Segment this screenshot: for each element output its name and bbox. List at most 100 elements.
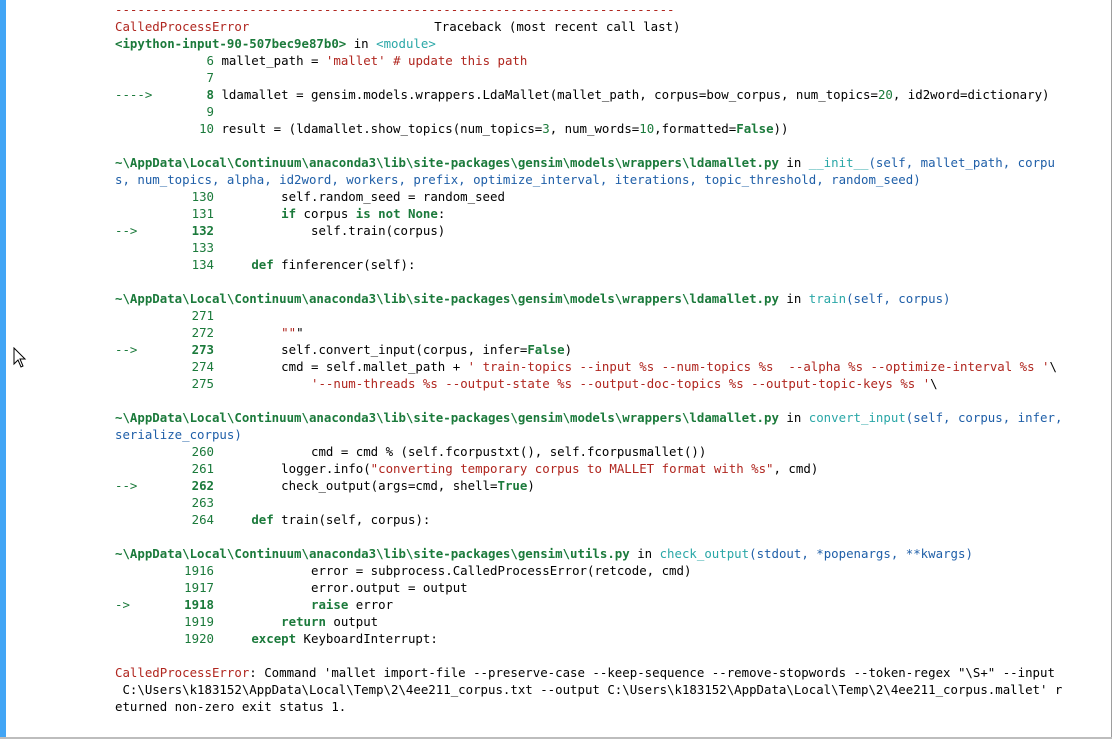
line-number: 1918: [184, 597, 214, 612]
code-line: 10 result = (ldamallet.show_topics(num_t…: [115, 120, 1105, 137]
code-line: -> 1918 raise error: [115, 596, 1105, 613]
line-code: error.output = output: [221, 580, 468, 595]
frame-header: ~\AppData\Local\Continuum\anaconda3\lib\…: [115, 409, 1105, 426]
code-line: --> 262 check_output(args=cmd, shell=True…: [115, 477, 1105, 494]
code-line: 1916 error = subprocess.CalledProcessErr…: [115, 562, 1105, 579]
line-number: 6: [206, 53, 214, 68]
traceback-header-row: CalledProcessError Traceback (most recent…: [115, 18, 1105, 35]
line-number: 130: [191, 189, 214, 204]
line-code: self.convert_input(corpus, infer=False): [221, 342, 573, 357]
line-number: 264: [191, 512, 214, 527]
line-number: 275: [191, 376, 214, 391]
line-number: 133: [191, 240, 214, 255]
code-line: 264 def train(self, corpus):: [115, 511, 1105, 528]
final-error-line-1: CalledProcessError: Command 'mallet impo…: [115, 664, 1105, 681]
code-line: 6 mallet_path = 'mallet' # update this p…: [115, 52, 1105, 69]
line-number: 261: [191, 461, 214, 476]
frame-args: (stdout, *popenargs, **kwargs): [749, 546, 973, 561]
frame-file: ~\AppData\Local\Continuum\anaconda3\lib\…: [115, 291, 779, 306]
cell-selection-bar: [0, 0, 6, 739]
traceback-separator: ----------------------------------------…: [115, 2, 675, 17]
final-error-line-3: eturned non-zero exit status 1.: [115, 699, 347, 714]
code-line: 134 def finferencer(self):: [115, 256, 1105, 273]
code-line: 271: [115, 307, 1105, 324]
frame-args: (self, corpus, infer,: [905, 410, 1063, 425]
line-code: error = subprocess.CalledProcessError(re…: [221, 563, 692, 578]
line-number: 1917: [184, 580, 214, 595]
line-code: mallet_path = 'mallet' # update this pat…: [221, 53, 528, 68]
line-code: def finferencer(self):: [251, 257, 416, 272]
line-code: """: [281, 325, 304, 340]
code-line: 263: [115, 494, 1105, 511]
line-code: self.random_seed = random_seed: [221, 189, 505, 204]
code-line: 274 cmd = self.mallet_path + ' train-top…: [115, 358, 1105, 375]
code-line: --> 273 self.convert_input(corpus, infer=…: [115, 341, 1105, 358]
line-number: 131: [191, 206, 214, 221]
line-number: 9: [206, 104, 214, 119]
current-line-arrow: -->: [115, 223, 138, 238]
line-code: check_output(args=cmd, shell=True): [221, 478, 535, 493]
error-name: CalledProcessError: [115, 19, 250, 34]
frame-in: in: [629, 546, 660, 561]
code-line: 131 if corpus is not None:: [115, 205, 1105, 222]
line-code: cmd = self.mallet_path + ' train-topics …: [221, 359, 1057, 374]
frame-header: <ipython-input-90-507bec9e87b0> in <modu…: [115, 35, 1105, 52]
frame-args-continued: serialize_corpus): [115, 427, 242, 442]
line-code: cmd = cmd % (self.fcorpustxt(), self.fco…: [221, 444, 707, 459]
line-code: raise error: [311, 597, 394, 612]
traceback-header: Traceback (most recent call last): [434, 19, 681, 34]
line-code: return output: [281, 614, 379, 629]
current-line-arrow: -->: [115, 478, 138, 493]
frame-args-continued: s, num_topics, alpha, id2word, workers, …: [115, 172, 921, 187]
current-line-arrow: ->: [115, 597, 130, 612]
line-code: ldamallet = gensim.models.wrappers.LdaMa…: [221, 87, 1050, 102]
final-error-name: CalledProcessError: [115, 665, 250, 680]
line-number: 271: [191, 308, 214, 323]
code-line: 272 """: [115, 324, 1105, 341]
frame-header: ~\AppData\Local\Continuum\anaconda3\lib\…: [115, 545, 1105, 562]
frame-args: (self, mallet_path, corpu: [868, 155, 1055, 170]
line-code: '--num-threads %s --output-state %s --ou…: [311, 376, 938, 391]
code-line: 1920 except KeyboardInterrupt:: [115, 630, 1105, 647]
frame-in: in: [778, 155, 809, 170]
line-number: 273: [191, 342, 214, 357]
traceback-output: ----------------------------------------…: [115, 1, 1105, 715]
code-line: 1917 error.output = output: [115, 579, 1105, 596]
code-line: 7: [115, 69, 1105, 86]
line-number: 263: [191, 495, 214, 510]
frame-in: in: [778, 410, 809, 425]
line-number: 8: [206, 87, 214, 102]
final-error-line-2: C:\Users\k183152\AppData\Local\Temp\2\4e…: [115, 682, 1063, 697]
frame-header: ~\AppData\Local\Continuum\anaconda3\lib\…: [115, 290, 1105, 307]
frame-file: ~\AppData\Local\Continuum\anaconda3\lib\…: [115, 410, 779, 425]
line-code: if corpus is not None:: [281, 206, 446, 221]
frame-file: ~\AppData\Local\Continuum\anaconda3\lib\…: [115, 155, 779, 170]
line-number: 262: [191, 478, 214, 493]
frame-function: __init__: [808, 155, 869, 170]
line-number: 1920: [184, 631, 214, 646]
current-line-arrow: ---->: [115, 87, 153, 102]
line-number: 272: [191, 325, 214, 340]
code-line: 260 cmd = cmd % (self.fcorpustxt(), self…: [115, 443, 1105, 460]
frame-in: in: [346, 36, 377, 51]
frame-file: <ipython-input-90-507bec9e87b0>: [115, 36, 347, 51]
frame-file: ~\AppData\Local\Continuum\anaconda3\lib\…: [115, 546, 630, 561]
frame-args: (self, corpus): [846, 291, 951, 306]
final-error-message-1: : Command 'mallet import-file --preserve…: [249, 665, 1055, 680]
line-number: 7: [206, 70, 214, 85]
code-line: 275 '--num-threads %s --output-state %s …: [115, 375, 1105, 392]
line-number: 1919: [184, 614, 214, 629]
line-code: self.train(corpus): [221, 223, 446, 238]
frame-function: convert_input: [808, 410, 906, 425]
frame-function: check_output: [659, 546, 750, 561]
frame-header: ~\AppData\Local\Continuum\anaconda3\lib\…: [115, 154, 1105, 171]
line-code: logger.info("converting temporary corpus…: [221, 461, 819, 476]
line-code: result = (ldamallet.show_topics(num_topi…: [221, 121, 789, 136]
mouse-pointer-icon: [13, 347, 27, 368]
frame-function: train: [808, 291, 847, 306]
code-line: 9: [115, 103, 1105, 120]
code-line: 261 logger.info("converting temporary co…: [115, 460, 1105, 477]
line-number: 132: [191, 223, 214, 238]
line-code: def train(self, corpus):: [251, 512, 431, 527]
code-line: 1919 return output: [115, 613, 1105, 630]
